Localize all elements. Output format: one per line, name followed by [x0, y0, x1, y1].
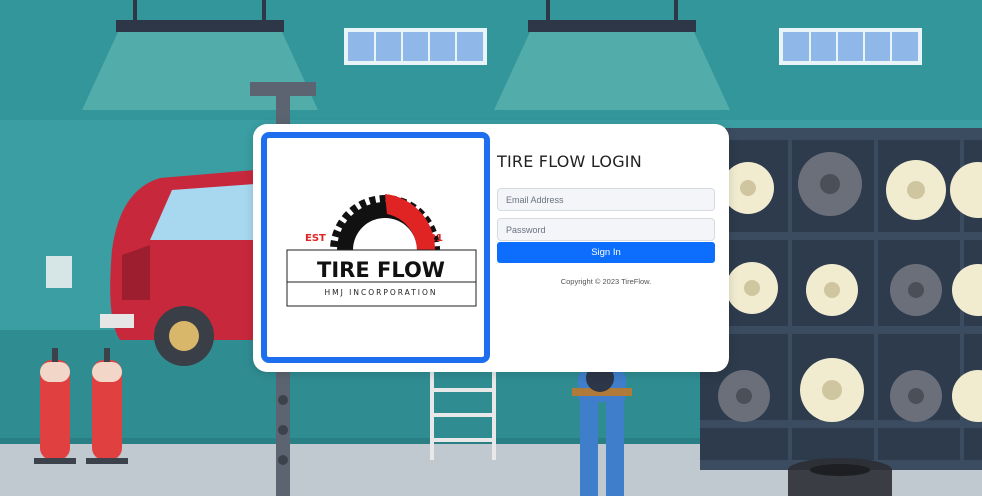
window-left [344, 28, 487, 65]
password-field[interactable] [497, 218, 715, 241]
logo-est-label: EST [305, 233, 326, 244]
logo-panel: EST 2021 TIRE FLOW HMJ INCORPORATION [261, 132, 490, 363]
page-title: TIRE FLOW LOGIN [497, 152, 642, 171]
login-card: EST 2021 TIRE FLOW HMJ INCORPORATION TIR… [253, 124, 729, 372]
tire-flow-logo: EST 2021 TIRE FLOW HMJ INCORPORATION [286, 194, 477, 307]
logo-year: 2021 [415, 233, 443, 244]
tire-stack [788, 458, 892, 496]
wheel-shelf [700, 128, 982, 470]
login-form: TIRE FLOW LOGIN Sign In Copyright © 2023… [497, 124, 719, 372]
window-right [779, 28, 922, 65]
logo-tagline: HMJ INCORPORATION [324, 288, 437, 297]
sign-in-button[interactable]: Sign In [497, 242, 715, 263]
logo-brand-name: TIRE FLOW [317, 258, 445, 282]
copyright-text: Copyright © 2023 TireFlow. [560, 277, 652, 286]
email-field[interactable] [497, 188, 715, 211]
